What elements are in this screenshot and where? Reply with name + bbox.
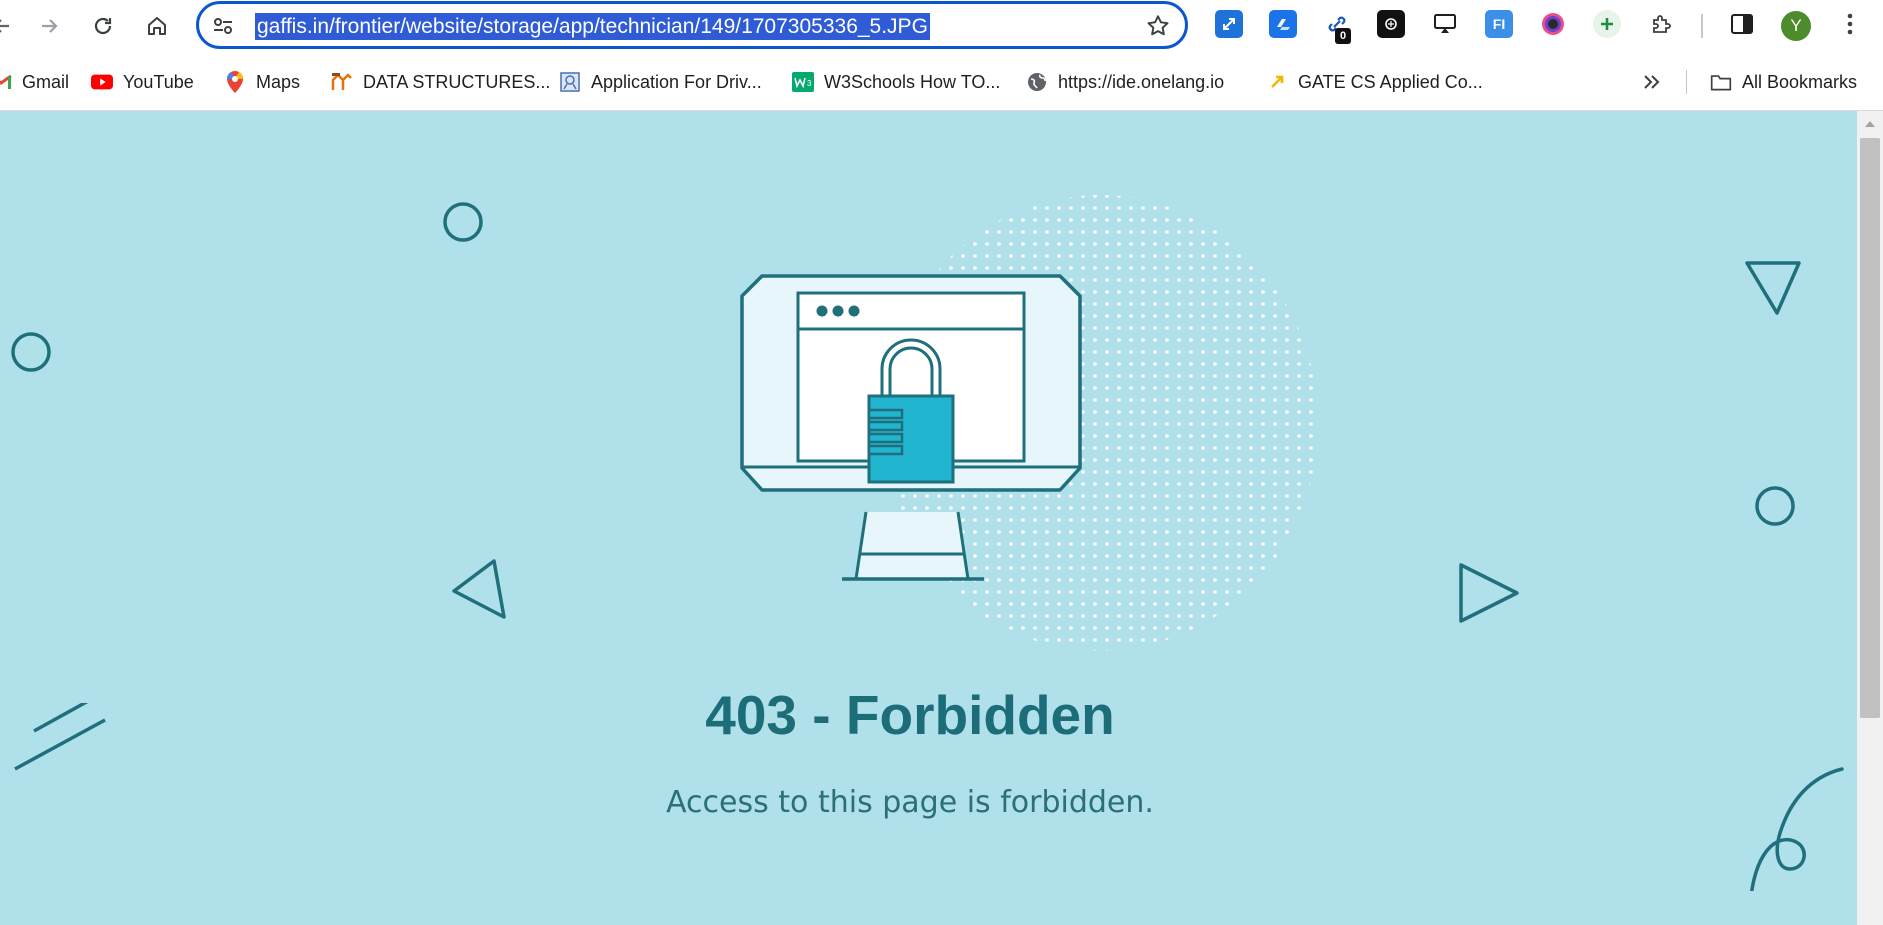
extension-plus-icon[interactable]	[1593, 10, 1621, 38]
bookmark-label: W3Schools How TO...	[824, 71, 1001, 92]
extension-expand-icon[interactable]	[1215, 10, 1243, 38]
reload-icon	[94, 17, 112, 35]
profile-avatar[interactable]: Y	[1781, 11, 1811, 41]
bookmark-label: Maps	[256, 71, 301, 92]
locked-monitor-illustration-icon	[740, 274, 1082, 581]
home-button[interactable]	[139, 8, 175, 44]
extension-fi-icon[interactable]: FI	[1485, 10, 1513, 38]
error-page: 403 - Forbidden Access to this page is f…	[0, 111, 1857, 925]
back-button[interactable]	[0, 8, 20, 44]
scroll-up-arrow-icon[interactable]	[1864, 119, 1876, 129]
toolbar-divider	[1701, 14, 1703, 38]
bookmark-star-icon[interactable]	[1145, 13, 1171, 44]
bookmarks-divider	[1686, 70, 1687, 94]
gmail-icon	[0, 71, 12, 93]
bookmark-site-icon	[331, 71, 353, 93]
error-message: Access to this page is forbidden.	[666, 785, 1154, 820]
bookmark-site-icon	[1266, 71, 1288, 93]
bookmark-gmail[interactable]: Gmail	[0, 68, 69, 96]
svg-text:3: 3	[807, 79, 812, 88]
all-bookmarks-label: All Bookmarks	[1742, 71, 1858, 92]
home-icon	[148, 17, 166, 35]
curl-decoration-icon	[1750, 767, 1844, 891]
circle-decoration-icon	[11, 332, 51, 372]
bookmark-label: GATE CS Applied Co...	[1298, 71, 1483, 92]
globe-icon	[1026, 71, 1048, 93]
extension-color-icon[interactable]	[1539, 10, 1567, 38]
forward-button[interactable]	[31, 8, 67, 44]
bookmark-gate-cs[interactable]: GATE CS Applied Co...	[1266, 68, 1483, 96]
circle-decoration-icon	[1755, 486, 1795, 526]
extension-drive-icon[interactable]	[1269, 10, 1297, 38]
page-scrollbar[interactable]	[1857, 111, 1883, 925]
bookmarks-overflow-button[interactable]	[1642, 68, 1662, 96]
bookmark-label: Gmail	[22, 71, 70, 92]
extensions-puzzle-icon[interactable]	[1647, 10, 1675, 38]
forward-arrow-icon	[42, 19, 58, 33]
folder-icon	[1710, 71, 1732, 93]
bookmark-maps[interactable]: Maps	[224, 68, 300, 96]
bookmark-onelang[interactable]: https://ide.onelang.io	[1026, 68, 1224, 96]
site-settings-icon[interactable]	[211, 14, 235, 43]
all-bookmarks-button[interactable]: All Bookmarks	[1710, 68, 1857, 96]
w3schools-icon: 3	[792, 71, 814, 93]
triangle-decoration-icon	[1745, 261, 1801, 315]
browser-menu-icon[interactable]	[1836, 10, 1864, 38]
bookmark-youtube[interactable]: YouTube	[91, 68, 194, 96]
circle-decoration-icon	[443, 202, 483, 242]
bookmark-label: DATA STRUCTURES...	[363, 71, 551, 92]
maps-icon	[224, 71, 246, 93]
error-title: 403 - Forbidden	[705, 684, 1115, 746]
side-panel-icon[interactable]	[1728, 10, 1756, 38]
triangle-decoration-icon	[452, 559, 506, 619]
reload-button[interactable]	[85, 8, 121, 44]
triangle-decoration-icon	[1459, 563, 1519, 623]
bookmark-w3schools[interactable]: 3 W3Schools How TO...	[792, 68, 1000, 96]
scrollbar-thumb[interactable]	[1860, 138, 1880, 718]
youtube-icon	[91, 71, 113, 93]
bookmark-label: YouTube	[123, 71, 194, 92]
address-bar[interactable]: gaffis.in/frontier/website/storage/app/t…	[196, 1, 1188, 49]
back-arrow-icon	[0, 19, 9, 33]
bookmark-label: Application For Driv...	[591, 71, 762, 92]
bookmark-data-structures[interactable]: DATA STRUCTURES...	[331, 68, 550, 96]
extension-badge: 0	[1335, 28, 1351, 44]
chevron-double-right-icon	[1644, 75, 1660, 89]
extension-cast-icon[interactable]	[1431, 10, 1459, 38]
url-text[interactable]: gaffis.in/frontier/website/storage/app/t…	[255, 13, 930, 40]
bookmarks-bar: Gmail YouTube Maps DATA STRUCTURES... Ap…	[0, 54, 1883, 111]
extension-chatgpt-icon[interactable]	[1377, 10, 1405, 38]
bookmark-label: https://ide.onelang.io	[1058, 71, 1225, 92]
bookmark-site-icon	[559, 71, 581, 93]
bookmark-application[interactable]: Application For Driv...	[559, 68, 762, 96]
browser-toolbar: gaffis.in/frontier/website/storage/app/t…	[0, 0, 1883, 54]
